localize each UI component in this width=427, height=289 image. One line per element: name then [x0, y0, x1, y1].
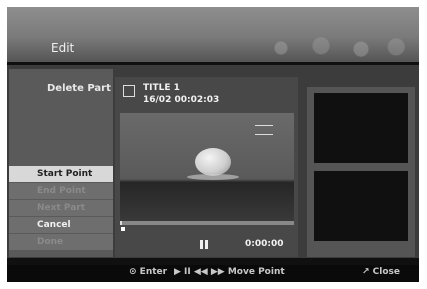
title-date-time: 16/02 00:02:03 — [143, 95, 220, 105]
footer-move-point-hint: ▶ II ◀◀ ▶▶ Move Point — [174, 267, 285, 277]
playback-indicator-icon — [255, 125, 273, 135]
menu-item-start-point[interactable]: Start Point — [9, 166, 113, 182]
footer-close-hint: ↗ Close — [362, 267, 401, 277]
end-thumbnail — [314, 171, 408, 241]
time-counter: 0:00:00 — [245, 239, 284, 249]
page-title: Edit — [51, 41, 75, 55]
pause-icon[interactable] — [200, 240, 209, 249]
progress-marker[interactable] — [121, 227, 125, 231]
footer-enter-hint: ⊙ Enter — [129, 267, 168, 277]
progress-fill — [120, 221, 122, 225]
disc-icon — [123, 85, 135, 97]
start-thumbnail — [314, 93, 408, 163]
menu-item-cancel[interactable]: Cancel — [9, 217, 113, 233]
title-name: TITLE 1 — [143, 83, 180, 93]
mode-label: Delete Part — [47, 83, 111, 94]
progress-track[interactable] — [120, 221, 294, 225]
menu-item-next-part[interactable]: Next Part — [9, 200, 113, 216]
video-subject — [195, 148, 231, 176]
menu-item-end-point[interactable]: End Point — [9, 183, 113, 199]
header-decoration — [249, 37, 409, 59]
video-subject-shadow — [187, 174, 239, 180]
menu-item-done[interactable]: Done — [9, 234, 113, 250]
